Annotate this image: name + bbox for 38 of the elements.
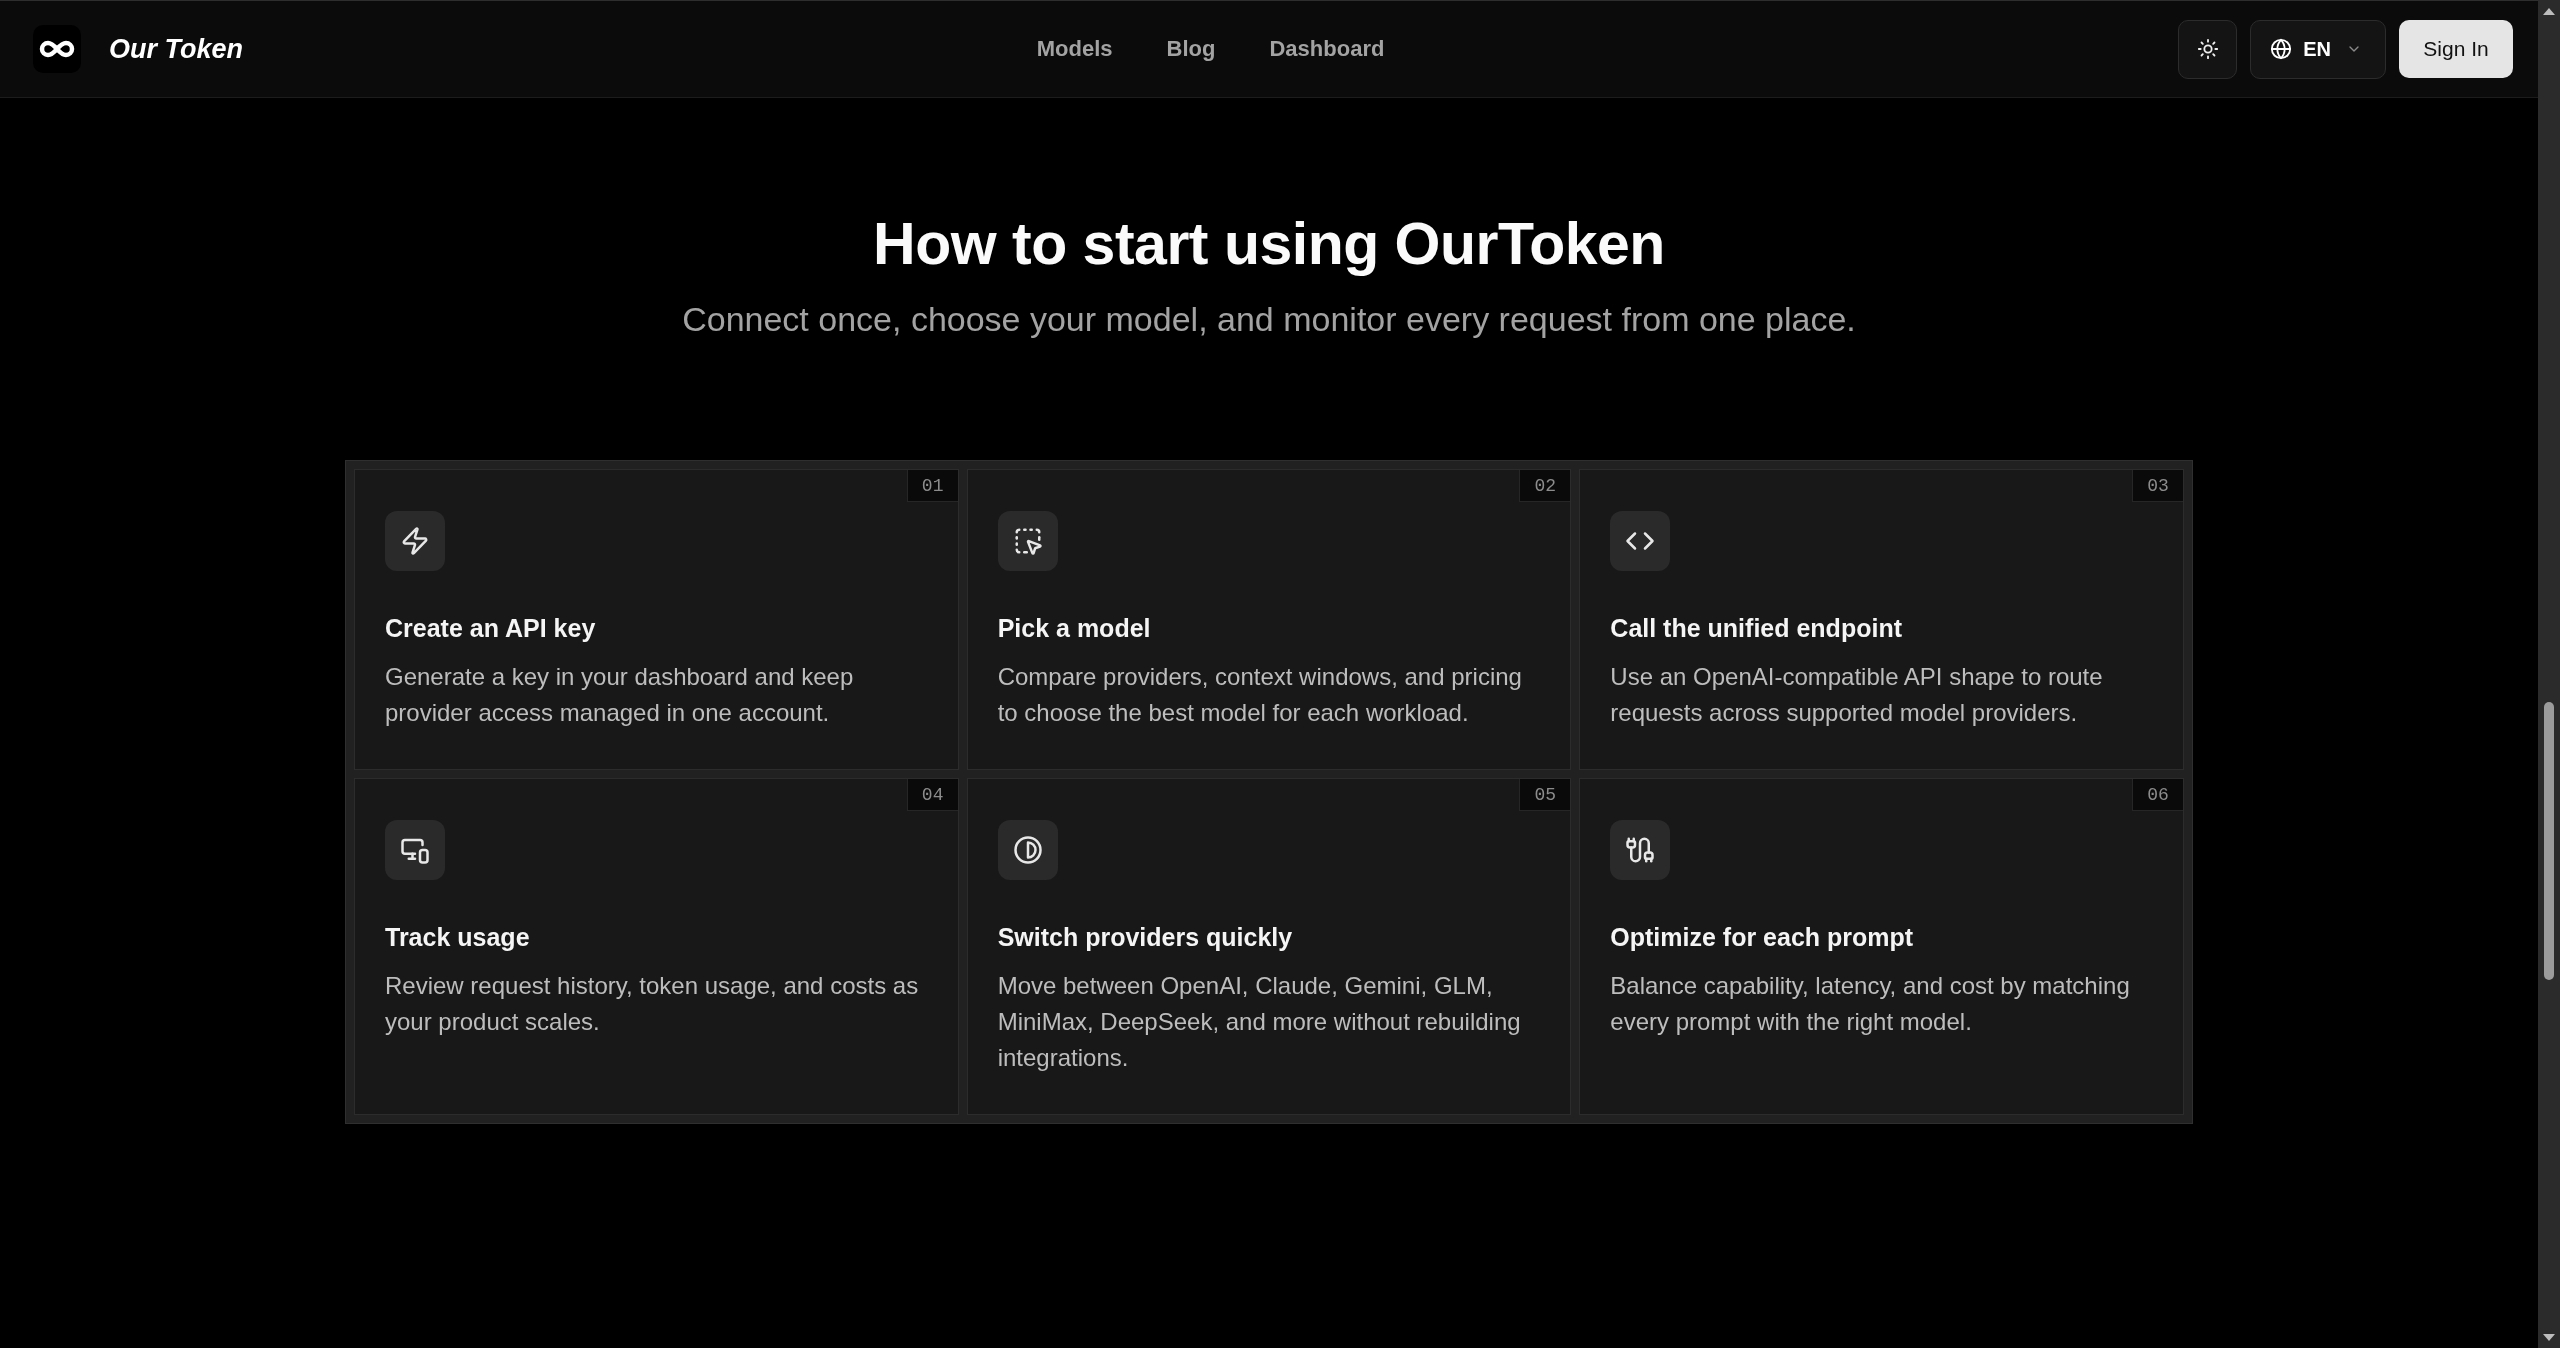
page-subtitle: Connect once, choose your model, and monitor every request from one place. <box>682 299 1856 340</box>
step-number: 06 <box>2132 779 2183 811</box>
step-description: Generate a key in your dashboard and keep provider access managed in one account. <box>385 662 855 728</box>
sign-in-button[interactable]: Sign In <box>2399 20 2513 78</box>
step-title: Optimize for each prompt <box>1610 922 1914 953</box>
step-number: 01 <box>906 470 958 502</box>
monitor-phone-icon <box>385 820 445 880</box>
scroll-up-icon[interactable] <box>2543 7 2555 15</box>
scroll-down-icon[interactable] <box>2543 1333 2555 1341</box>
theme-toggle-button[interactable] <box>2178 19 2238 79</box>
dashed-square-pointer-icon <box>997 511 1058 571</box>
language-button[interactable]: EN <box>2250 19 2386 79</box>
step-title: Call the unified endpoint <box>1610 613 1902 644</box>
cable-plugs-icon <box>1610 820 1671 880</box>
step-number: 02 <box>1519 470 1571 502</box>
scrollbar-thumb[interactable] <box>2544 702 2554 980</box>
globe-icon <box>2270 38 2293 60</box>
step-title: Pick a model <box>997 613 1151 644</box>
step-title: Switch providers quickly <box>997 922 1293 953</box>
nav-link[interactable]: Dashboard <box>1269 36 1385 62</box>
lightning-icon <box>385 511 445 571</box>
step-number: 05 <box>1519 779 1571 811</box>
sun-icon <box>2196 38 2219 60</box>
step-title: Create an API key <box>385 613 596 644</box>
page-heading: How to start using OurToken <box>873 210 1665 279</box>
step-description: Balance capability, latency, and cost by matching every prompt with the right model. <box>1610 971 2131 1037</box>
step-description: Move between OpenAI, Claude, Gemini, GLM, MiniMax, DeepSeek, and more without rebuilding integrations. <box>997 971 1522 1073</box>
step-description: Review request history, token usage, and costs as your product scales. <box>385 971 920 1037</box>
brand-name[interactable]: Our Token <box>109 33 243 65</box>
code-icon <box>1610 511 1671 571</box>
nav-link[interactable]: Blog <box>1166 36 1216 62</box>
step-number: 03 <box>2132 470 2183 502</box>
infinity-logo-icon[interactable] <box>33 25 81 73</box>
step-description: Use an OpenAI-compatible API shape to route requests across supported model providers. <box>1610 662 2104 728</box>
step-number: 04 <box>906 779 958 811</box>
step-description: Compare providers, context windows, and pricing to choose the best model for each workload. <box>997 662 1523 728</box>
nav-link[interactable]: Models <box>1036 36 1113 62</box>
step-title: Track usage <box>385 922 530 953</box>
